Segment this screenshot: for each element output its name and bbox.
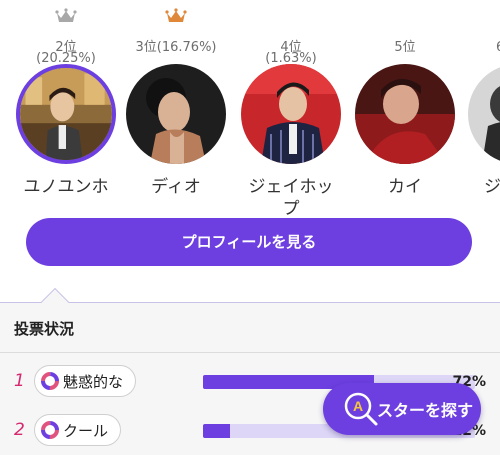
vote-rank-number: 2: [14, 420, 25, 440]
ranking-card[interactable]: 3位(16.76%) ディオ: [114, 0, 238, 220]
member-name: ジ: [484, 177, 500, 197]
silver-crown-icon: [55, 8, 77, 22]
avatar[interactable]: [126, 64, 226, 164]
attribute-tag[interactable]: 魅惑的な: [34, 365, 137, 397]
avatar[interactable]: [16, 64, 116, 164]
divider: [0, 352, 500, 353]
attribute-label: クール: [63, 421, 109, 440]
category-icon: [41, 421, 59, 439]
bronze-crown-icon: [165, 8, 187, 22]
find-star-label: スターを探す: [377, 401, 474, 420]
attribute-label: 魅惑的な: [63, 372, 124, 391]
member-name: ユノユンホ: [23, 177, 109, 197]
ranking-card[interactable]: 4位 (1.63%) ジェイホップ: [229, 0, 353, 220]
member-name: ディオ: [151, 177, 201, 197]
voting-status-title: 投票状況: [14, 320, 75, 338]
category-icon: [41, 372, 59, 390]
ranking-card[interactable]: 6位 ジ: [456, 0, 500, 220]
vote-bar-fill: [203, 424, 231, 438]
search-star-icon: A: [344, 392, 378, 426]
member-name: カイ: [388, 177, 422, 197]
member-name: ジェイホップ: [248, 177, 334, 219]
rank-label: 3位(16.76%): [114, 36, 238, 55]
svg-text:A: A: [353, 398, 363, 414]
ranking-card[interactable]: 2位 (20.25%) ユノユンホ: [4, 0, 128, 220]
vote-rank-number: 1: [14, 371, 25, 391]
attribute-tag[interactable]: クール: [34, 414, 122, 446]
avatar[interactable]: [468, 64, 500, 164]
rank-label: 5位: [394, 40, 416, 55]
avatar[interactable]: [355, 64, 455, 164]
rank-number: 3位: [135, 40, 157, 55]
avatar[interactable]: [241, 64, 341, 164]
rank-label: 6位: [496, 36, 500, 55]
ranking-carousel[interactable]: 2位 (20.25%) ユノユンホ 3位(16.76%) ディオ 4位 (1.6…: [0, 0, 500, 220]
vote-percent: (16.76%): [156, 40, 217, 55]
find-star-button[interactable]: A スターを探す: [323, 383, 481, 435]
view-profile-button[interactable]: プロフィールを見る: [26, 218, 472, 266]
ranking-card[interactable]: 5位 カイ: [343, 0, 467, 220]
